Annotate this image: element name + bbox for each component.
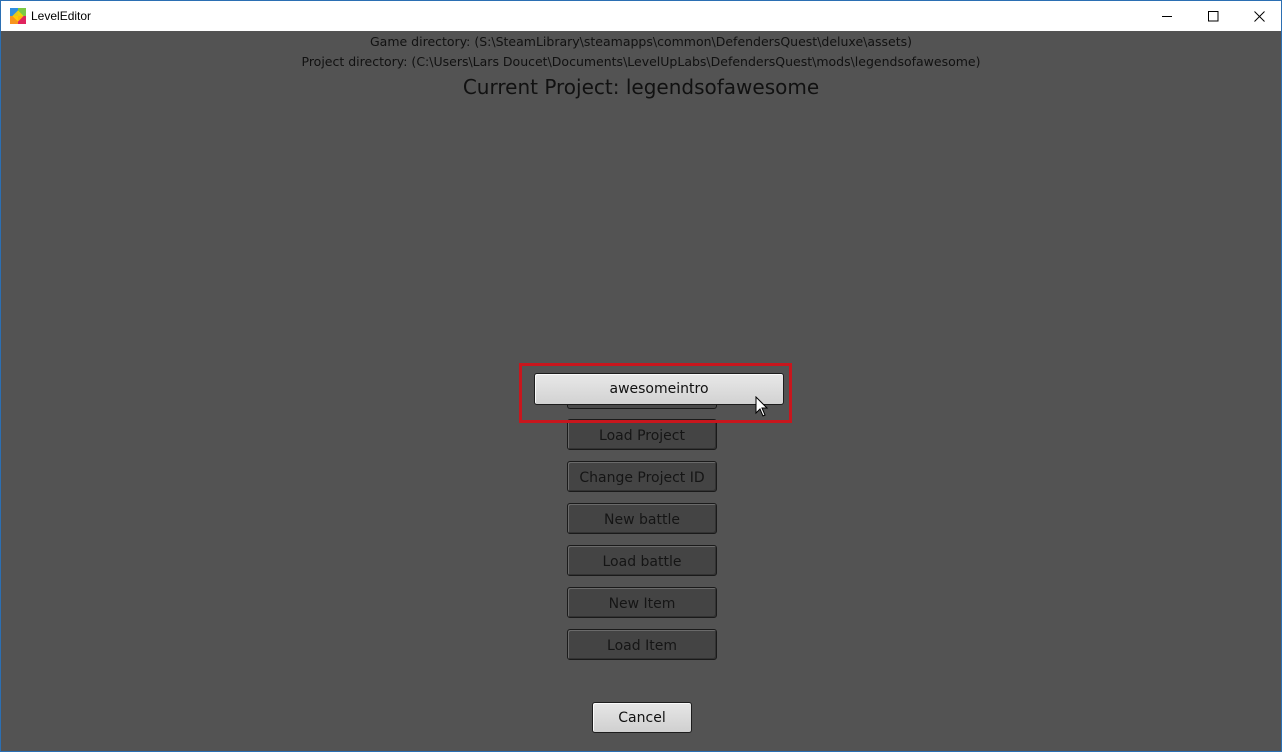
load-project-button[interactable]: Load Project <box>567 419 717 450</box>
minimize-button[interactable] <box>1144 1 1190 31</box>
change-project-id-button[interactable]: Change Project ID <box>567 461 717 492</box>
game-directory-label: Game directory: (S:\SteamLibrary\steamap… <box>369 34 913 49</box>
project-dropdown[interactable]: awesomeintro <box>534 373 784 405</box>
mouse-cursor-icon <box>755 396 769 417</box>
new-battle-button[interactable]: New battle <box>567 503 717 534</box>
maximize-button[interactable] <box>1190 1 1236 31</box>
close-icon <box>1253 10 1265 22</box>
close-button[interactable] <box>1236 1 1282 31</box>
project-directory-label: Project directory: (C:\Users\Lars Doucet… <box>301 54 981 69</box>
title-bar[interactable]: LevelEditor <box>1 1 1281 31</box>
cancel-button[interactable]: Cancel <box>592 702 692 733</box>
minimize-icon <box>1161 15 1172 17</box>
new-item-button[interactable]: New Item <box>567 587 717 618</box>
current-project-title: Current Project: legendsofawesome <box>462 75 820 99</box>
maximize-icon <box>1207 10 1218 21</box>
load-item-button[interactable]: Load Item <box>567 629 717 660</box>
level-editor-window: LevelEditor Game directory: (S:\SteamLib… <box>0 0 1282 752</box>
app-logo-icon <box>10 8 26 24</box>
load-battle-button[interactable]: Load battle <box>567 545 717 576</box>
editor-content: Game directory: (S:\SteamLibrary\steamap… <box>1 31 1281 751</box>
window-title: LevelEditor <box>31 9 92 23</box>
